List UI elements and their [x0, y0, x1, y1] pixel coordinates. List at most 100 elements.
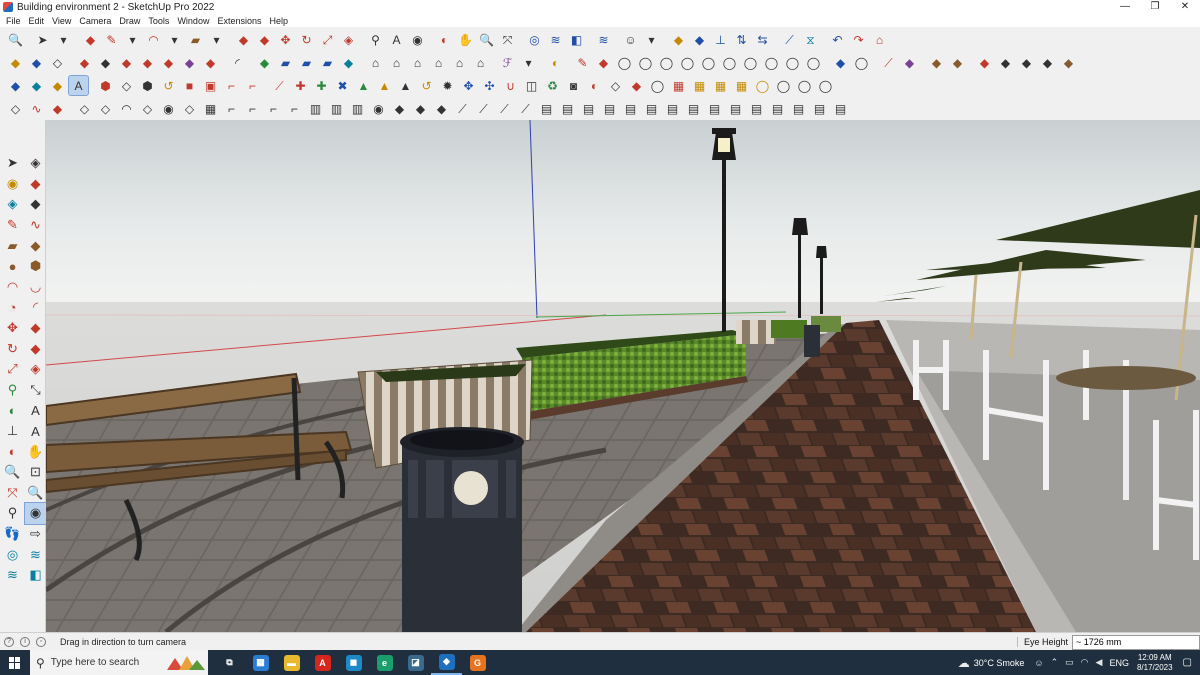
dropdown-icon[interactable]: ▾	[54, 30, 73, 49]
spline-icon[interactable]: ⟋	[270, 76, 289, 95]
star-icon[interactable]: ✥	[459, 76, 478, 95]
menu-help[interactable]: Help	[265, 16, 292, 26]
crease-icon[interactable]: ◆	[831, 53, 850, 72]
stairs-icon[interactable]: ▥	[306, 99, 325, 118]
ring4-icon[interactable]: ◯	[816, 76, 835, 95]
orange-app-taskbar-button[interactable]: G	[462, 650, 493, 675]
edge-taskbar-button[interactable]: e	[369, 650, 400, 675]
hatch6-icon[interactable]: ▤	[642, 99, 661, 118]
hatch12-icon[interactable]: ▤	[768, 99, 787, 118]
hatch5-icon[interactable]: ▤	[621, 99, 640, 118]
hatch9-icon[interactable]: ▤	[705, 99, 724, 118]
house-icon[interactable]: ⌂	[366, 53, 385, 72]
profile-icon[interactable]: ◇	[117, 76, 136, 95]
section-fill-icon[interactable]: ◆	[690, 30, 709, 49]
image-viewer-taskbar-button[interactable]: ◪	[400, 650, 431, 675]
layer3-icon[interactable]: ◆	[975, 53, 994, 72]
shape4-icon[interactable]: ◆	[159, 53, 178, 72]
shape5-icon[interactable]: ◆	[180, 53, 199, 72]
select-icon[interactable]: ➤	[33, 30, 52, 49]
hatch-icon[interactable]: ▤	[537, 99, 556, 118]
network-icon[interactable]: ▭	[1065, 657, 1074, 668]
menu-view[interactable]: View	[48, 16, 75, 26]
look-around-icon[interactable]: ◉	[24, 502, 47, 525]
cube-icon[interactable]: ◆	[27, 53, 46, 72]
hatch2-icon[interactable]: ▤	[558, 99, 577, 118]
polygon-icon[interactable]: ⬢	[25, 256, 46, 277]
notification-icon[interactable]: ▢	[1183, 657, 1192, 668]
layer6-icon[interactable]: ◆	[1038, 53, 1057, 72]
nut-icon[interactable]: ⬢	[138, 76, 157, 95]
menu-tools[interactable]: Tools	[144, 16, 173, 26]
gem-icon[interactable]: ⬢	[96, 76, 115, 95]
section-plane-icon[interactable]: ⇨	[25, 524, 46, 545]
line-tool-icon[interactable]: ⟋	[780, 30, 799, 49]
task-view-taskbar-button[interactable]: ⧉	[214, 650, 245, 675]
text-icon[interactable]: A	[25, 400, 46, 421]
text-icon[interactable]: A	[387, 30, 406, 49]
arch-icon[interactable]: ◠	[117, 99, 136, 118]
fill-icon[interactable]: ◆	[48, 99, 67, 118]
sketchup-taskbar-button[interactable]: ◆	[431, 650, 462, 675]
globe-icon[interactable]: ◉	[369, 99, 388, 118]
pushpull-icon[interactable]: ◆	[234, 30, 253, 49]
shape3-icon[interactable]: ◆	[138, 53, 157, 72]
ring2-icon[interactable]: ◯	[774, 76, 793, 95]
circle-icon[interactable]: ●	[2, 256, 23, 277]
hatch14-icon[interactable]: ▤	[810, 99, 829, 118]
zoom-icon[interactable]: 🔍	[2, 462, 23, 483]
component-icon[interactable]: ◈	[25, 153, 46, 174]
hatch15-icon[interactable]: ▤	[831, 99, 850, 118]
acrobat-taskbar-button[interactable]: A	[307, 650, 338, 675]
plugin-icon[interactable]: ⌂	[870, 30, 889, 49]
extension-warehouse-icon[interactable]: ≋	[546, 30, 565, 49]
plane3-icon[interactable]: ▰	[297, 53, 316, 72]
shape6-icon[interactable]: ◆	[201, 53, 220, 72]
pie-icon[interactable]: ◔	[2, 297, 23, 318]
paint-bucket-icon[interactable]: ◉	[2, 174, 23, 195]
layer4-icon[interactable]: ◆	[996, 53, 1015, 72]
pan-icon[interactable]: ✋	[456, 30, 475, 49]
elbow3-icon[interactable]: ⌐	[264, 99, 283, 118]
move-icon[interactable]: ✥	[2, 318, 23, 339]
tape-measure-icon[interactable]: ⚲	[2, 380, 23, 401]
curve-icon[interactable]: ◜	[228, 53, 247, 72]
people-icon[interactable]: ☺	[1034, 658, 1043, 668]
axes-icon[interactable]: ⊥	[711, 30, 730, 49]
walk-icon[interactable]: 👣	[2, 524, 23, 545]
layer-icon[interactable]: ◆	[927, 53, 946, 72]
hatch4-icon[interactable]: ▤	[600, 99, 619, 118]
tile4-icon[interactable]: ▦	[732, 76, 751, 95]
cross-icon[interactable]: ✖	[333, 76, 352, 95]
joint4-icon[interactable]: A	[68, 75, 89, 96]
gear-icon[interactable]: ✹	[438, 76, 457, 95]
loop8-icon[interactable]: ◯	[762, 53, 781, 72]
loop-icon[interactable]: ◯	[615, 53, 634, 72]
box-icon[interactable]: ◆	[6, 53, 25, 72]
plane4-icon[interactable]: ▰	[318, 53, 337, 72]
minimize-button[interactable]: —	[1110, 0, 1140, 14]
elbow2-icon[interactable]: ⌐	[243, 99, 262, 118]
rectangle-icon[interactable]: ▰	[2, 235, 23, 256]
twist-icon[interactable]: ♻	[543, 76, 562, 95]
shell-icon[interactable]: ◙	[564, 76, 583, 95]
brush-icon[interactable]: ✎	[573, 53, 592, 72]
tile-icon[interactable]: ▦	[669, 76, 688, 95]
loop6-icon[interactable]: ◯	[720, 53, 739, 72]
ball-icon[interactable]: ◉	[159, 99, 178, 118]
paint-icon[interactable]: ◉	[408, 30, 427, 49]
previous-view-icon[interactable]: 🔍	[25, 483, 46, 504]
menu-edit[interactable]: Edit	[25, 16, 49, 26]
zoom-icon[interactable]: 🔍	[477, 30, 496, 49]
3d-text-icon[interactable]: A	[25, 421, 46, 442]
magnet-icon[interactable]: ∪	[501, 76, 520, 95]
store-taskbar-button[interactable]: ◼	[338, 650, 369, 675]
clock[interactable]: 12:09 AM 8/17/2023	[1137, 653, 1173, 673]
script2-icon[interactable]: ▾	[519, 53, 538, 72]
ring-icon[interactable]: ◯	[753, 76, 772, 95]
loop7-icon[interactable]: ◯	[741, 53, 760, 72]
box5-icon[interactable]: ◇	[180, 99, 199, 118]
grid-icon[interactable]: ▦	[201, 99, 220, 118]
shape2-icon[interactable]: ◆	[117, 53, 136, 72]
layout-icon[interactable]: ≋	[2, 565, 23, 586]
